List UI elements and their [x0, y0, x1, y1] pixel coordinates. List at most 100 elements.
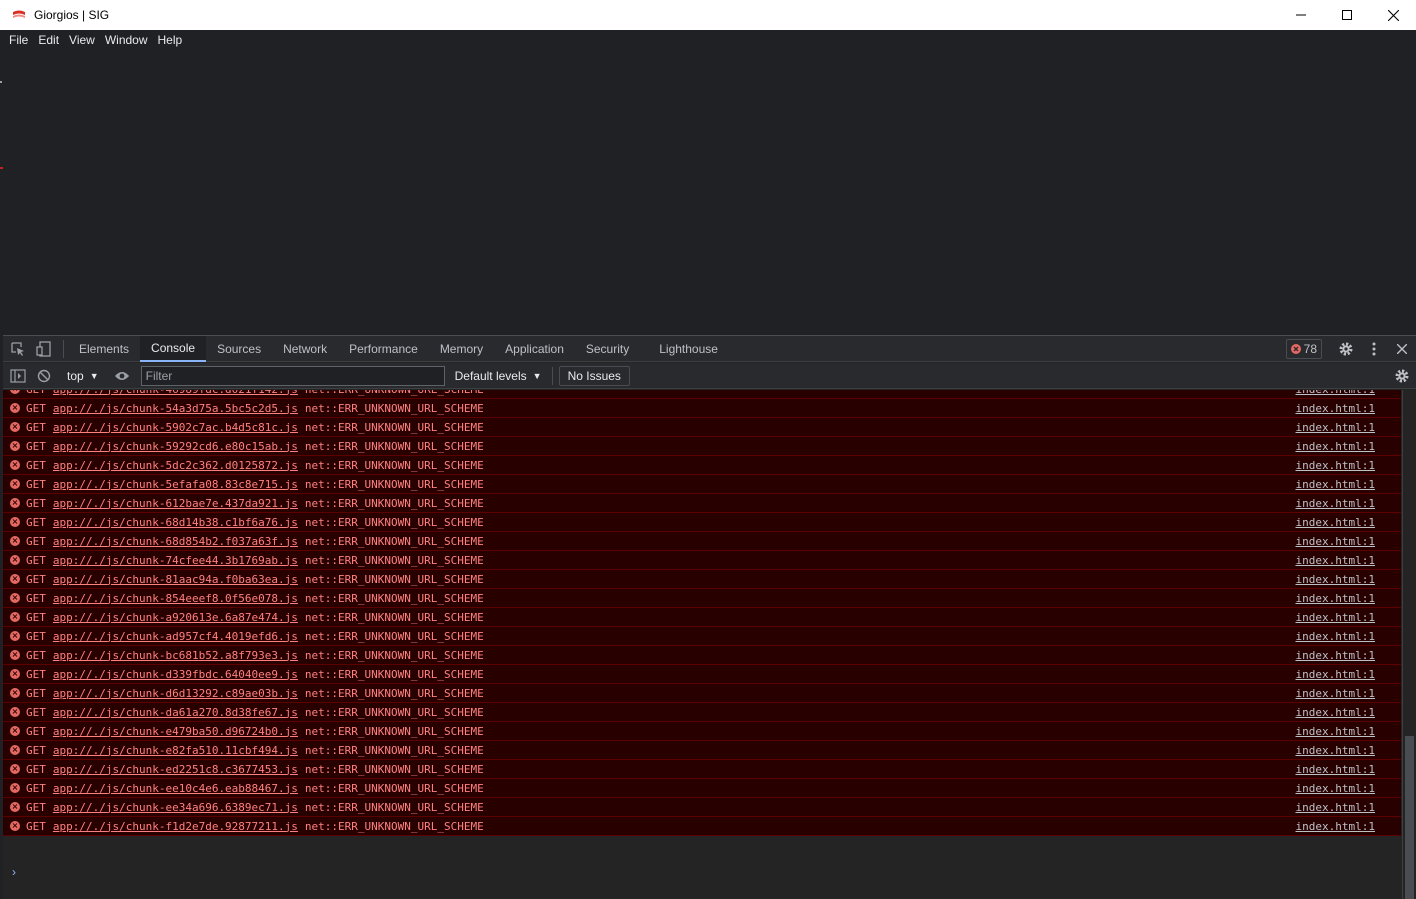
source-location-link[interactable]: index.html:1: [1296, 820, 1375, 833]
request-url-link[interactable]: app://./js/chunk-ad957cf4.4019efd6.js: [53, 630, 298, 643]
tab-application[interactable]: Application: [494, 336, 575, 362]
inspect-element-button[interactable]: [5, 336, 31, 362]
source-location-link[interactable]: index.html:1: [1296, 782, 1375, 795]
request-url-link[interactable]: app://./js/chunk-e82fa510.11cbf494.js: [53, 744, 298, 757]
request-url-link[interactable]: app://./js/chunk-bc681b52.a8f793e3.js: [53, 649, 298, 662]
close-window-button[interactable]: [1370, 0, 1416, 30]
request-url-link[interactable]: app://./js/chunk-54a3d75a.5bc5c2d5.js: [53, 402, 298, 415]
tab-memory[interactable]: Memory: [429, 336, 494, 362]
source-location-link[interactable]: index.html:1: [1296, 402, 1375, 415]
minimize-button[interactable]: [1278, 0, 1324, 30]
request-url-link[interactable]: app://./js/chunk-ee10c4e6.eab88467.js: [53, 782, 298, 795]
source-location-link[interactable]: index.html:1: [1296, 421, 1375, 434]
console-settings-button[interactable]: [1388, 363, 1416, 389]
maximize-button[interactable]: [1324, 0, 1370, 30]
context-selector[interactable]: top ▼: [57, 369, 105, 383]
console-error-row[interactable]: × GET app://./js/chunk-f1d2e7de.92877211…: [3, 816, 1401, 836]
source-location-link[interactable]: index.html:1: [1296, 725, 1375, 738]
source-location-link[interactable]: index.html:1: [1296, 801, 1375, 814]
tab-lighthouse[interactable]: Lighthouse: [648, 336, 729, 362]
console-scrollbar[interactable]: [1402, 390, 1416, 899]
console-error-row[interactable]: × GET app://./js/chunk-ed2251c8.c3677453…: [3, 759, 1401, 779]
request-url-link[interactable]: app://./js/chunk-ee34a696.6389ec71.js: [53, 801, 298, 814]
log-levels-dropdown[interactable]: Default levels ▼: [455, 369, 542, 383]
scrollbar-thumb[interactable]: [1405, 736, 1414, 899]
source-location-link[interactable]: index.html:1: [1296, 554, 1375, 567]
source-location-link[interactable]: index.html:1: [1296, 390, 1375, 396]
console-error-row[interactable]: × GET app://./js/chunk-854eeef8.0f56e078…: [3, 588, 1401, 608]
console-error-row[interactable]: × GET app://./js/chunk-5dc2c362.d0125872…: [3, 455, 1401, 475]
source-location-link[interactable]: index.html:1: [1296, 592, 1375, 605]
request-url-link[interactable]: app://./js/chunk-46989fdc.d021f142.js: [53, 390, 298, 396]
source-location-link[interactable]: index.html:1: [1296, 459, 1375, 472]
console-error-row[interactable]: × GET app://./js/chunk-68d14b38.c1bf6a76…: [3, 512, 1401, 532]
request-url-link[interactable]: app://./js/chunk-ed2251c8.c3677453.js: [53, 763, 298, 776]
source-location-link[interactable]: index.html:1: [1296, 611, 1375, 624]
request-url-link[interactable]: app://./js/chunk-da61a270.8d38fe67.js: [53, 706, 298, 719]
source-location-link[interactable]: index.html:1: [1296, 478, 1375, 491]
request-url-link[interactable]: app://./js/chunk-59292cd6.e80c15ab.js: [53, 440, 298, 453]
error-count-badge[interactable]: 78: [1285, 339, 1322, 359]
console-error-row[interactable]: × GET app://./js/chunk-e82fa510.11cbf494…: [3, 740, 1401, 760]
live-expression-button[interactable]: [109, 363, 135, 389]
request-url-link[interactable]: app://./js/chunk-68d854b2.f037a63f.js: [53, 535, 298, 548]
console-error-row[interactable]: × GET app://./js/chunk-bc681b52.a8f793e3…: [3, 645, 1401, 665]
request-url-link[interactable]: app://./js/chunk-74cfee44.3b1769ab.js: [53, 554, 298, 567]
request-url-link[interactable]: app://./js/chunk-d6d13292.c89ae03b.js: [53, 687, 298, 700]
source-location-link[interactable]: index.html:1: [1296, 535, 1375, 548]
show-sidebar-button[interactable]: [5, 363, 31, 389]
source-location-link[interactable]: index.html:1: [1296, 706, 1375, 719]
console-messages[interactable]: × GET app://./js/chunk-46989fdc.d021f142…: [3, 390, 1401, 899]
request-url-link[interactable]: app://./js/chunk-5902c7ac.b4d5c81c.js: [53, 421, 298, 434]
console-error-row[interactable]: × GET app://./js/chunk-54a3d75a.5bc5c2d5…: [3, 398, 1401, 418]
settings-button[interactable]: [1332, 336, 1360, 362]
source-location-link[interactable]: index.html:1: [1296, 497, 1375, 510]
request-url-link[interactable]: app://./js/chunk-a920613e.6a87e474.js: [53, 611, 298, 624]
console-error-row[interactable]: × GET app://./js/chunk-68d854b2.f037a63f…: [3, 531, 1401, 551]
console-error-row[interactable]: × GET app://./js/chunk-da61a270.8d38fe67…: [3, 702, 1401, 722]
source-location-link[interactable]: index.html:1: [1296, 630, 1375, 643]
console-error-row[interactable]: × GET app://./js/chunk-d6d13292.c89ae03b…: [3, 683, 1401, 703]
console-prompt[interactable]: ›: [3, 861, 1401, 883]
console-error-row[interactable]: × GET app://./js/chunk-a920613e.6a87e474…: [3, 607, 1401, 627]
console-error-row[interactable]: × GET app://./js/chunk-ee34a696.6389ec71…: [3, 797, 1401, 817]
console-error-row[interactable]: × GET app://./js/chunk-d339fbdc.64040ee9…: [3, 664, 1401, 684]
request-url-link[interactable]: app://./js/chunk-612bae7e.437da921.js: [53, 497, 298, 510]
source-location-link[interactable]: index.html:1: [1296, 687, 1375, 700]
menu-window[interactable]: Window: [100, 30, 153, 50]
tab-sources[interactable]: Sources: [206, 336, 272, 362]
console-error-row[interactable]: × GET app://./js/chunk-59292cd6.e80c15ab…: [3, 436, 1401, 456]
source-location-link[interactable]: index.html:1: [1296, 668, 1375, 681]
tab-console[interactable]: Console: [140, 335, 207, 362]
tab-security[interactable]: Security: [575, 336, 640, 362]
source-location-link[interactable]: index.html:1: [1296, 573, 1375, 586]
filter-input[interactable]: [140, 365, 445, 386]
menu-file[interactable]: File: [4, 30, 33, 50]
more-options-button[interactable]: [1360, 336, 1388, 362]
tab-performance[interactable]: Performance: [338, 336, 429, 362]
request-url-link[interactable]: app://./js/chunk-854eeef8.0f56e078.js: [53, 592, 298, 605]
request-url-link[interactable]: app://./js/chunk-68d14b38.c1bf6a76.js: [53, 516, 298, 529]
request-url-link[interactable]: app://./js/chunk-81aac94a.f0ba63ea.js: [53, 573, 298, 586]
menu-help[interactable]: Help: [153, 30, 188, 50]
console-error-row[interactable]: × GET app://./js/chunk-612bae7e.437da921…: [3, 493, 1401, 513]
source-location-link[interactable]: index.html:1: [1296, 649, 1375, 662]
menu-edit[interactable]: Edit: [33, 30, 64, 50]
console-error-row[interactable]: × GET app://./js/chunk-e479ba50.d96724b0…: [3, 721, 1401, 741]
request-url-link[interactable]: app://./js/chunk-5efafa08.83c8e715.js: [53, 478, 298, 491]
source-location-link[interactable]: index.html:1: [1296, 440, 1375, 453]
issues-button[interactable]: No Issues: [558, 365, 630, 386]
console-error-row[interactable]: × GET app://./js/chunk-5efafa08.83c8e715…: [3, 474, 1401, 494]
console-error-row[interactable]: × GET app://./js/chunk-5902c7ac.b4d5c81c…: [3, 417, 1401, 437]
console-error-row[interactable]: × GET app://./js/chunk-ee10c4e6.eab88467…: [3, 778, 1401, 798]
clear-console-button[interactable]: [31, 363, 57, 389]
device-toolbar-button[interactable]: [31, 336, 57, 362]
close-devtools-button[interactable]: [1388, 336, 1416, 362]
tab-elements[interactable]: Elements: [68, 336, 140, 362]
source-location-link[interactable]: index.html:1: [1296, 516, 1375, 529]
source-location-link[interactable]: index.html:1: [1296, 763, 1375, 776]
request-url-link[interactable]: app://./js/chunk-e479ba50.d96724b0.js: [53, 725, 298, 738]
console-error-row[interactable]: × GET app://./js/chunk-81aac94a.f0ba63ea…: [3, 569, 1401, 589]
console-error-row[interactable]: × GET app://./js/chunk-74cfee44.3b1769ab…: [3, 550, 1401, 570]
request-url-link[interactable]: app://./js/chunk-5dc2c362.d0125872.js: [53, 459, 298, 472]
